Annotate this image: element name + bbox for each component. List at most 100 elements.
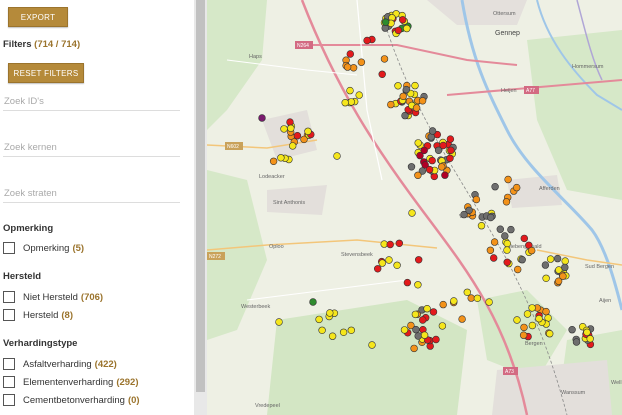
damage-marker[interactable] <box>446 135 455 143</box>
search-ids-input[interactable] <box>3 96 180 111</box>
damage-marker[interactable] <box>414 332 422 340</box>
damage-marker[interactable] <box>586 335 594 343</box>
damage-marker[interactable] <box>414 139 422 147</box>
damage-marker[interactable] <box>386 240 394 249</box>
damage-marker[interactable] <box>520 234 528 243</box>
damage-marker[interactable] <box>439 300 447 309</box>
damage-marker[interactable] <box>343 63 352 71</box>
damage-marker[interactable] <box>559 272 567 280</box>
damage-marker[interactable] <box>428 127 437 135</box>
filter-niet-hersteld[interactable]: Niet Hersteld (706) <box>3 291 103 303</box>
damage-marker[interactable] <box>572 338 581 346</box>
damage-marker[interactable] <box>378 70 386 79</box>
damage-marker[interactable] <box>553 254 562 263</box>
sidebar-scrollbar-thumb[interactable] <box>196 0 205 392</box>
checkbox[interactable] <box>3 309 15 321</box>
damage-marker[interactable] <box>490 254 498 262</box>
damage-marker[interactable] <box>411 310 420 319</box>
checkbox[interactable] <box>3 394 15 406</box>
damage-marker[interactable] <box>258 114 266 122</box>
damage-marker[interactable] <box>542 274 550 282</box>
damage-marker[interactable] <box>503 239 511 248</box>
damage-marker[interactable] <box>503 258 511 266</box>
damage-marker[interactable] <box>288 142 297 150</box>
damage-marker[interactable] <box>546 255 555 263</box>
damage-marker[interactable] <box>523 310 532 318</box>
damage-marker[interactable] <box>441 171 449 179</box>
damage-marker[interactable] <box>450 297 458 305</box>
map-view[interactable]: N264 A77 N602 N272 A73 Ottersum Gennep H… <box>207 0 622 415</box>
damage-marker[interactable] <box>403 24 411 33</box>
damage-marker[interactable] <box>420 331 429 339</box>
damage-marker[interactable] <box>561 257 569 265</box>
damage-marker[interactable] <box>419 316 427 324</box>
search-straten-input[interactable] <box>3 188 180 203</box>
damage-marker[interactable] <box>346 50 355 58</box>
damage-marker[interactable] <box>286 118 294 126</box>
damage-marker[interactable] <box>414 171 422 180</box>
damage-marker[interactable] <box>378 259 387 267</box>
damage-marker[interactable] <box>438 163 446 171</box>
checkbox[interactable] <box>3 358 15 370</box>
damage-marker[interactable] <box>394 26 403 35</box>
damage-marker[interactable] <box>411 81 419 90</box>
damage-marker[interactable] <box>513 183 521 192</box>
damage-marker[interactable] <box>568 326 576 334</box>
damage-marker[interactable] <box>583 328 591 336</box>
damage-marker[interactable] <box>382 18 390 26</box>
damage-marker[interactable] <box>507 225 515 234</box>
filter-hersteld[interactable]: Hersteld (8) <box>3 309 73 321</box>
damage-marker[interactable] <box>546 330 554 338</box>
damage-marker[interactable] <box>514 265 522 274</box>
damage-marker[interactable] <box>357 58 366 66</box>
map-canvas[interactable]: N264 A77 N602 N272 A73 Ottersum Gennep H… <box>207 0 622 415</box>
damage-marker[interactable] <box>408 209 416 217</box>
damage-marker[interactable] <box>544 314 552 322</box>
damage-marker[interactable] <box>280 125 288 133</box>
damage-marker[interactable] <box>504 175 512 184</box>
damage-marker[interactable] <box>446 154 454 163</box>
damage-marker[interactable] <box>490 238 499 246</box>
damage-marker[interactable] <box>520 323 528 332</box>
damage-marker[interactable] <box>347 326 356 334</box>
damage-marker[interactable] <box>528 304 536 312</box>
damage-marker[interactable] <box>300 135 308 144</box>
damage-marker[interactable] <box>400 326 409 334</box>
damage-marker[interactable] <box>269 157 278 166</box>
damage-marker[interactable] <box>486 246 495 255</box>
damage-marker[interactable] <box>393 261 401 269</box>
damage-marker[interactable] <box>518 256 526 264</box>
damage-marker[interactable] <box>387 100 395 109</box>
checkbox[interactable] <box>3 242 15 254</box>
damage-marker[interactable] <box>399 92 407 101</box>
damage-marker[interactable] <box>425 165 434 174</box>
damage-marker[interactable] <box>339 328 348 336</box>
export-button[interactable]: EXPORT <box>8 7 68 27</box>
damage-marker[interactable] <box>491 183 499 191</box>
damage-marker[interactable] <box>502 198 511 206</box>
damage-marker[interactable] <box>501 232 509 240</box>
damage-marker[interactable] <box>403 278 412 287</box>
damage-marker[interactable] <box>385 256 393 264</box>
checkbox[interactable] <box>3 376 15 388</box>
damage-marker[interactable] <box>277 154 285 162</box>
damage-marker[interactable] <box>318 326 326 334</box>
damage-marker[interactable] <box>410 344 418 353</box>
damage-marker[interactable] <box>368 341 376 349</box>
damage-marker[interactable] <box>432 335 440 344</box>
damage-marker[interactable] <box>513 316 521 324</box>
reset-filters-button[interactable]: RESET FILTERS <box>8 63 84 83</box>
damage-marker[interactable] <box>418 97 427 105</box>
damage-marker[interactable] <box>496 225 504 233</box>
damage-marker[interactable] <box>333 152 341 160</box>
checkbox[interactable] <box>3 291 15 303</box>
damage-marker[interactable] <box>463 288 471 296</box>
damage-marker[interactable] <box>458 315 466 323</box>
damage-marker[interactable] <box>346 86 354 95</box>
damage-marker[interactable] <box>465 206 473 215</box>
damage-marker[interactable] <box>472 195 481 204</box>
damage-marker[interactable] <box>275 318 283 326</box>
damage-marker[interactable] <box>380 55 389 63</box>
damage-marker[interactable] <box>423 305 431 313</box>
damage-marker[interactable] <box>541 261 550 269</box>
